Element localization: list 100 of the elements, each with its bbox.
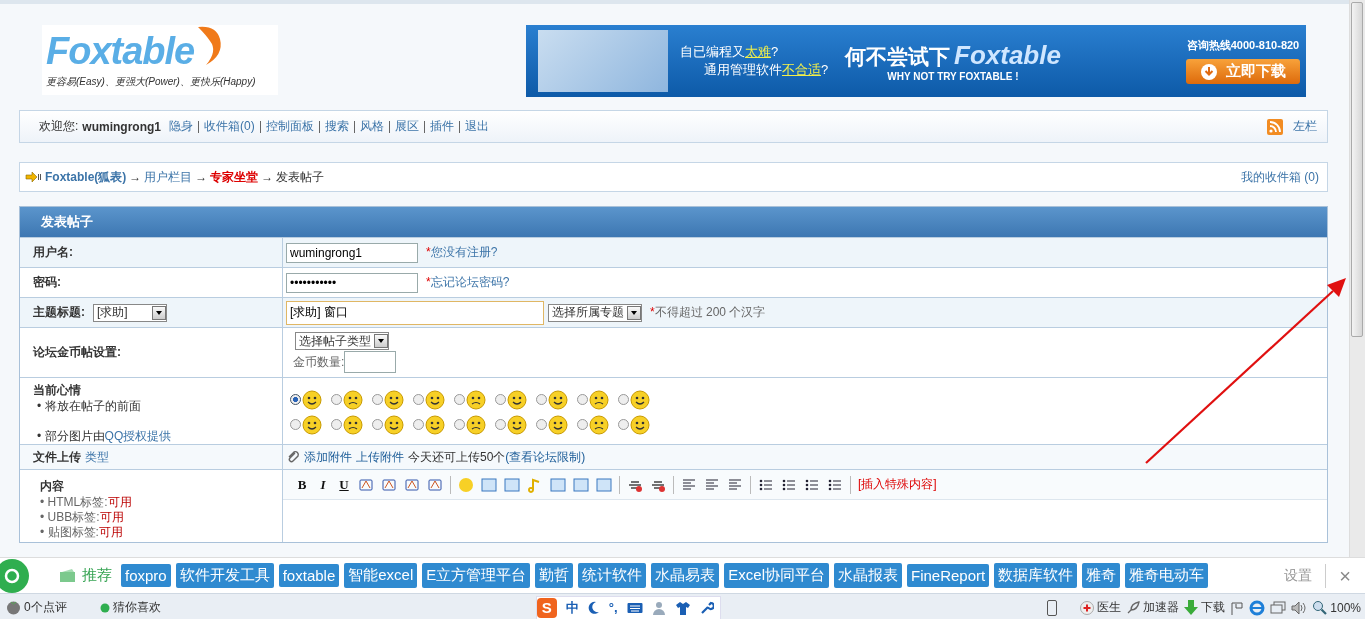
image-icon[interactable] [504, 476, 520, 493]
nav-link[interactable]: 隐身 [169, 118, 193, 135]
recommend-tag[interactable]: 勤哲 [535, 563, 574, 588]
subject-field[interactable]: [求助] 窗口 [286, 300, 544, 325]
forum-limits-link[interactable]: (查看论坛限制) [505, 448, 586, 466]
nav-link[interactable]: 退出 [464, 118, 489, 135]
close-button[interactable]: × [1331, 565, 1351, 586]
recommend-tag[interactable]: FineReport [907, 564, 990, 587]
align-left-icon[interactable] [681, 476, 697, 493]
logo-wordmark: Foxtable [46, 29, 195, 74]
windows-icon[interactable] [1270, 600, 1287, 615]
ad-banner[interactable]: 自已编程又太难? 通用管理软件不合适? 何不尝试下Foxtable WHY NOT TRY FOXTABLE ! 咨询热线4000-810-820 立即下载 [526, 25, 1306, 97]
mood-radio[interactable] [577, 394, 588, 405]
ime-mode[interactable]: 中 [565, 598, 579, 617]
ime-punctuation[interactable]: °, [608, 600, 618, 615]
mood-radio[interactable] [290, 419, 301, 430]
insert-special-link[interactable]: [插入特殊内容] [858, 476, 937, 493]
shirt-icon[interactable] [674, 600, 691, 615]
align-right-icon[interactable] [727, 476, 743, 493]
password-field[interactable]: ••••••••••• [286, 272, 418, 293]
browser-icon[interactable] [1249, 599, 1266, 616]
foxtable-logo[interactable]: Foxtable 更容易(Easy)、更强大(Power)、更快乐(Happy) [42, 25, 278, 95]
format-button[interactable]: B [295, 476, 309, 493]
speaker-icon[interactable] [1291, 600, 1308, 615]
mood-radio[interactable] [290, 394, 301, 405]
smiley-icon[interactable] [458, 476, 474, 493]
phone-icon[interactable] [1047, 599, 1058, 616]
mood-radio[interactable] [372, 394, 383, 405]
format-button[interactable]: I [316, 476, 330, 493]
username-field[interactable]: wumingrong1 [286, 242, 418, 263]
mood-radio[interactable] [618, 419, 629, 430]
download-button[interactable]: 立即下载 [1186, 59, 1300, 84]
breadcrumb-link[interactable]: 专家坐堂 [210, 168, 259, 186]
nav-link[interactable]: 插件 [429, 118, 454, 135]
zoom-icon[interactable] [1312, 600, 1328, 615]
mood-radio[interactable] [413, 394, 424, 405]
inbox-link[interactable]: 我的收件箱 (0) [1241, 168, 1319, 186]
scrollbar-thumb[interactable] [1351, 2, 1363, 337]
forgot-password-link[interactable]: 忘记论坛密码? [430, 275, 510, 289]
reviews-count[interactable]: 0个点评 [24, 599, 67, 616]
breadcrumb-link[interactable]: Foxtable(狐表) [45, 168, 127, 186]
recommend-tag[interactable]: 智能excel [344, 563, 418, 588]
mood-radio[interactable] [372, 419, 383, 430]
mood-radio[interactable] [536, 394, 547, 405]
scrollbar[interactable] [1349, 0, 1365, 557]
post-type-dropdown[interactable]: 选择帖子类型 [295, 332, 389, 350]
mood-radio[interactable] [454, 394, 465, 405]
mood-radio[interactable] [454, 419, 465, 430]
recommend-tag[interactable]: foxpro [121, 564, 171, 587]
nav-link[interactable]: 搜索 [324, 118, 349, 135]
zoom-level[interactable]: 100% [1330, 600, 1361, 615]
doctor-button[interactable]: 医生 [1097, 599, 1122, 616]
tag-permission: • 贴图标签:可用 [40, 525, 123, 540]
qq-link[interactable]: QQ授权提供 [104, 429, 172, 443]
recommend-tag[interactable]: 软件开发工具 [175, 563, 274, 588]
mood-radio[interactable] [495, 419, 506, 430]
breadcrumb-link[interactable]: 用户栏目 [144, 168, 193, 186]
download-button[interactable]: 下载 [1201, 599, 1226, 616]
recommend-tag[interactable]: 雅奇 [1082, 563, 1121, 588]
recommend-tag[interactable]: E立方管理平台 [422, 563, 531, 588]
wrench-icon[interactable] [699, 600, 714, 615]
coin-amount-field[interactable] [344, 351, 397, 373]
recommend-tag[interactable]: 水晶报表 [834, 563, 902, 588]
settings-link[interactable]: 设置 [1284, 566, 1313, 585]
recommend-tag[interactable]: 数据库软件 [994, 563, 1078, 588]
left-column-link[interactable]: 左栏 [1293, 118, 1317, 135]
nav-link[interactable]: 控制面板 [265, 118, 314, 135]
mood-radio[interactable] [577, 419, 588, 430]
recommend-tag[interactable]: 统计软件 [578, 563, 647, 588]
mood-radio[interactable] [495, 394, 506, 405]
keyboard-icon[interactable] [626, 601, 643, 614]
flag-icon[interactable] [1230, 600, 1245, 615]
mood-radio[interactable] [618, 394, 629, 405]
guess-you-like-link[interactable]: 猜你喜欢 [112, 599, 161, 616]
mood-radio[interactable] [413, 419, 424, 430]
mood-radio[interactable] [536, 419, 547, 430]
moon-icon[interactable] [587, 600, 600, 615]
nav-link[interactable]: 收件箱(0) [204, 118, 255, 135]
prefix-dropdown[interactable]: [求助] [93, 303, 167, 322]
format-button[interactable]: U [337, 476, 351, 493]
recommend-tag[interactable]: 雅奇电动车 [1125, 563, 1209, 588]
file-types-link[interactable]: 类型 [85, 448, 109, 466]
person-icon[interactable] [651, 600, 666, 615]
topic-dropdown[interactable]: 选择所属专题 [548, 303, 642, 322]
mood-radio[interactable] [331, 419, 342, 430]
register-link[interactable]: 您没有注册? [430, 245, 498, 259]
mood-note: • 将放在帖子的前面 [36, 399, 141, 414]
nav-link[interactable]: 风格 [359, 118, 384, 135]
mood-radio[interactable] [331, 394, 342, 405]
align-center-icon[interactable] [704, 476, 720, 493]
upload-attachment-link[interactable]: 上传附件 [356, 448, 404, 466]
nav-link[interactable]: 展区 [394, 118, 419, 135]
accelerator-button[interactable]: 加速器 [1143, 599, 1180, 616]
ime-logo[interactable]: S [536, 597, 557, 618]
recommend-tag[interactable]: Excel协同平台 [724, 563, 829, 588]
banner-brand: Foxtable [954, 40, 1061, 71]
recommend-tag[interactable]: foxtable [278, 564, 340, 587]
recommend-tag[interactable]: 水晶易表 [651, 563, 720, 588]
add-attachment-link[interactable]: 添加附件 [304, 448, 352, 466]
rss-icon[interactable] [1267, 118, 1283, 135]
